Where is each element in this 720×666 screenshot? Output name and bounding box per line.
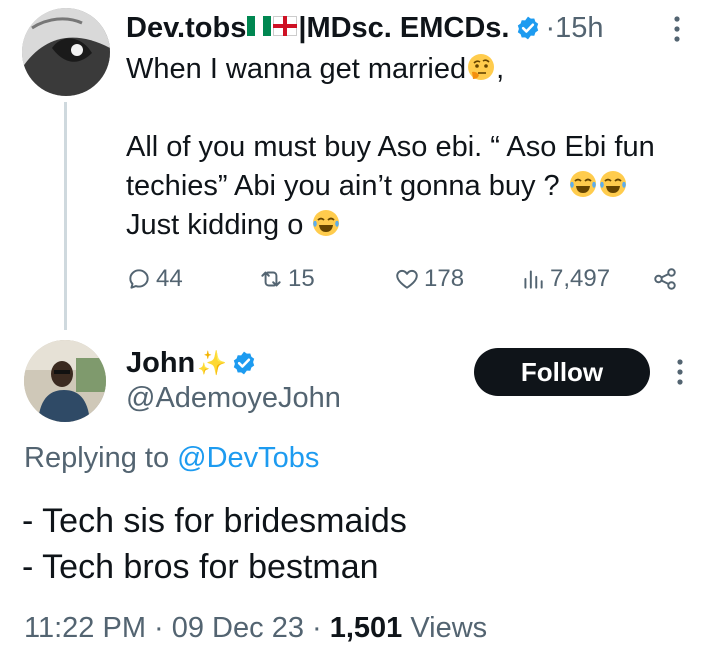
more-options-icon[interactable] [673,356,687,388]
avatar-image [22,8,110,96]
reply-author-name-row: John ✨ [126,344,257,382]
views-action-button[interactable]: 7,497 [520,262,610,296]
like-count: 178 [424,265,465,292]
repost-icon [261,271,281,287]
parent-author-name-suffix[interactable]: |MDsc. EMCDs. [298,12,509,45]
sparkles-emoji-icon: ✨ [197,349,228,377]
tears-of-joy-emoji-icon [569,171,596,198]
repost-action-button[interactable]: 15 [258,262,315,296]
avatar-image [24,340,106,422]
more-options-icon[interactable] [670,14,684,44]
tweet-text-line: When I wanna get married , [126,53,505,85]
reply-views-count: 1,501 [329,612,403,644]
heart-icon [396,269,418,289]
thread-connector-line [64,102,67,330]
like-action-button[interactable]: 178 [394,262,464,296]
reply-action-button[interactable]: 44 [126,262,183,296]
tears-of-joy-emoji-icon [599,171,626,198]
parent-author-name[interactable]: Dev.tobs [126,12,246,45]
reply-views-label: Views [402,612,488,644]
share-action-button[interactable] [652,262,682,296]
verified-badge-icon [233,351,255,375]
nigeria-flag-icon [247,16,272,36]
reply-author-handle[interactable]: @AdemoyeJohn [126,382,341,415]
reply-count: 44 [156,265,183,292]
parent-tweet-header: Dev.tobs |MDsc. EMCDs. · 15h [126,8,604,48]
england-flag-icon [273,16,298,36]
parent-author-avatar[interactable] [22,8,110,96]
reply-timestamp[interactable]: 11:22 PM · 09 Dec 23 · [24,612,330,644]
parent-tweet-text: When I wanna get married , All of you mu… [126,50,706,245]
tweet-text-line: Just kidding o [126,206,706,245]
time-separator: · [545,11,556,44]
reply-text-line: - Tech sis for bridesmaids [22,502,407,540]
reply-author-name[interactable]: John [126,347,195,380]
reply-icon [129,269,149,289]
reply-text-line: - Tech bros for bestman [22,548,379,586]
replying-to-line: Replying to @DevTobs [24,442,320,474]
reply-author-avatar[interactable] [24,340,106,422]
follow-button[interactable]: Follow [474,348,650,396]
views-count: 7,497 [550,265,611,292]
share-icon [654,268,676,290]
repost-count: 15 [288,265,315,292]
tweet-text-line: All of you must buy Aso ebi. “ Aso Ebi f… [126,131,655,163]
reply-timestamp-line: 11:22 PM · 09 Dec 23 · 1,501 Views [24,612,487,645]
analytics-bars-icon [524,270,543,289]
tears-of-joy-emoji-icon [313,210,340,237]
verified-badge-icon [518,16,539,40]
thinking-face-emoji-icon [468,54,495,81]
tweet-text-line [126,89,706,128]
tweet-time[interactable]: 15h [555,12,603,45]
replying-to-mention-link[interactable]: @DevTobs [177,442,319,474]
reply-tweet-text: - Tech sis for bridesmaids - Tech bros f… [22,498,407,590]
tweet-text-line: techies” Abi you ain’t gonna buy ? [126,167,706,206]
